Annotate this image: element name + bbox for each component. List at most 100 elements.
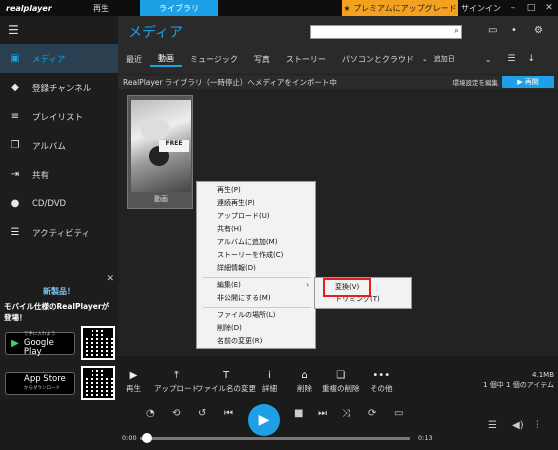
tab-story[interactable]: ストーリー [278,51,334,67]
tab-library[interactable]: ライブラリ [140,0,218,16]
play-button[interactable]: ▶ [248,404,280,436]
tab-pc-cloud[interactable]: パソコンとクラウド [334,51,422,67]
action-upload-button[interactable]: ⤒ アップロード [154,370,199,394]
search-input[interactable]: ⌕ [310,25,462,39]
menu-item-add-album[interactable]: アルバムに追加(M) [217,236,277,249]
menu-item-delete[interactable]: 削除(D) [217,322,242,335]
list-view-icon[interactable]: ☰ [507,54,515,64]
thumbnail-label: 動画 [154,195,168,203]
action-delete-button[interactable]: ⌂ 削除 [297,370,312,394]
dot-icon[interactable]: • [511,25,517,36]
minimize-icon[interactable]: – [504,3,522,13]
menu-item-file-location[interactable]: ファイルの場所(L) [217,309,275,322]
trash-icon: ⌂ [301,370,308,381]
media-icon: ▣ [10,53,20,64]
duplicate-icon: ❏ [336,370,346,381]
sort-chevron-icon[interactable]: ⌄ [485,55,492,64]
previous-icon[interactable]: ⏮ [224,408,233,419]
share-icon: ⇥ [10,169,20,180]
speed-icon[interactable]: ◔ [146,408,155,419]
close-icon[interactable]: ✕ [540,3,558,13]
promo-close-icon[interactable]: ✕ [106,274,114,284]
video-thumbnail[interactable]: FREE 動画 [127,95,193,209]
stop-icon[interactable]: ■ [294,408,303,419]
equalizer-icon[interactable]: ⫶ [536,420,539,431]
google-play-button[interactable]: ▶ で手に入れよう Google Play [5,332,75,357]
activity-icon: ☰ [10,227,20,238]
media-nav: 最近 動画 ミュージック 写真 ストーリー パソコンとクラウド ⌄ 追加日 ⌄ … [118,51,558,67]
menu-item-private[interactable]: 非公開にする(M) [217,292,271,305]
tab-recent[interactable]: 最近 [118,51,150,67]
next-icon[interactable]: ⏭ [318,408,327,419]
time-total: 0:13 [418,434,433,442]
sidebar-item-media[interactable]: ▣ メディア [0,44,118,73]
sidebar-item-channels[interactable]: ◆ 登録チャンネル [0,73,118,102]
sidebar-item-cddvd[interactable]: ● CD/DVD [0,189,118,218]
action-toolbar: ▶ 再生 ⤒ アップロード T ファイル名の変更 i 詳細 ⌂ 削除 ❏ 重複の… [118,368,558,400]
context-menu: 再生(P) 連続再生(P) アップロード(U) 共有(H) アルバムに追加(M)… [196,181,316,349]
promo-title: 新製品！ [43,287,75,296]
signin-button[interactable]: サインイン [458,3,504,14]
rename-icon: T [222,370,230,381]
replay-icon[interactable]: ↺ [198,408,206,419]
queue-icon[interactable]: ☰ [488,420,497,431]
sidebar-item-playlist[interactable]: ≡ プレイリスト [0,102,118,131]
sidebar-item-activity[interactable]: ☰ アクティビティ [0,218,118,247]
action-details-button[interactable]: i 詳細 [262,370,277,394]
volume-icon[interactable]: ◀) [512,420,524,431]
disc-icon: ● [10,198,20,209]
shuffle-icon[interactable]: ⤨ [342,408,350,419]
tab-play[interactable]: 再生 [62,0,140,16]
sidebar-item-album[interactable]: ❐ アルバム [0,131,118,160]
convert-highlight-box [323,278,371,297]
download-icon[interactable]: ↓ [528,54,536,64]
app-store-button[interactable]: App Store からダウンロード [5,372,75,395]
menu-item-play[interactable]: 再生(P) [217,184,241,197]
sort-dropdown[interactable]: ⌄ 追加日 [422,54,455,64]
action-label: 削除 [297,384,312,393]
info-icon: i [268,370,271,381]
menu-item-create-story[interactable]: ストーリーを作成(C) [217,249,283,262]
mobile-promo: ✕ 新製品！ モバイル仕様のRealPlayerが登場！ ▶ で手に入れよう G… [0,272,118,402]
premium-upgrade-button[interactable]: ★ プレミアムにアップグレード [342,0,458,16]
import-status-bar: RealPlayer ライブラリ（一時停止）へメディアをインポート中 環境設定を… [118,75,558,89]
action-rename-button[interactable]: T ファイル名の変更 [196,370,256,394]
sidebar-item-label: アルバム [32,141,66,152]
menu-item-edit[interactable]: 編集(E) [217,279,241,292]
action-play-button[interactable]: ▶ 再生 [126,370,141,394]
cast-icon[interactable]: ▭ [488,25,497,36]
action-remove-duplicates-button[interactable]: ❏ 重複の削除 [322,370,360,394]
tab-music[interactable]: ミュージック [182,51,246,67]
google-play-icon: ▶ [11,338,19,349]
chevron-down-icon: ⌄ [421,55,428,63]
promo-description: モバイル仕様のRealPlayerが登場！ [4,302,110,322]
resume-button[interactable]: ▶ 再開 [502,76,554,88]
action-more-button[interactable]: ••• その他 [370,370,393,394]
tab-photo[interactable]: 写真 [246,51,278,67]
action-label: 重複の削除 [322,384,360,393]
seek-bar[interactable] [140,437,410,440]
menu-item-rename[interactable]: 名前の変更(R) [217,335,262,348]
forward-10-icon[interactable]: ⟳ [368,408,376,419]
tab-video[interactable]: 動画 [150,51,182,67]
menu-item-details[interactable]: 詳細情報(D) [217,262,256,275]
gear-icon[interactable]: ⚙ [534,25,543,36]
submenu-arrow-icon: › [306,281,309,289]
caption-icon[interactable]: ▭ [394,408,403,419]
page-title: メディア [128,25,184,41]
maximize-icon[interactable]: □ [522,3,540,13]
google-play-label: Google Play [23,338,54,357]
sidebar-item-share[interactable]: ⇥ 共有 [0,160,118,189]
menu-item-continuous-play[interactable]: 連続再生(P) [217,197,255,210]
search-icon[interactable]: ⌕ [454,26,459,36]
menu-item-upload[interactable]: アップロード(U) [217,210,270,223]
edit-settings-link[interactable]: 環境設定を編集 [453,77,499,87]
menu-item-share[interactable]: 共有(H) [217,223,242,236]
seek-handle[interactable] [142,433,152,443]
action-label: 詳細 [262,384,277,393]
channel-icon: ◆ [11,82,19,93]
thumbnail-image: FREE [131,100,191,192]
menu-icon[interactable]: ☰ [0,16,118,44]
rewind-10-icon[interactable]: ⟲ [172,408,180,419]
menu-divider [203,307,311,308]
